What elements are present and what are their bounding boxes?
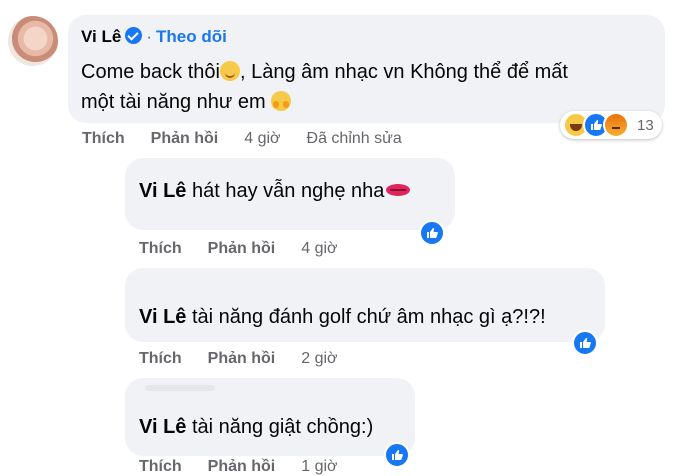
reply-actions: Thích Phản hồi 4 giờ (139, 240, 338, 258)
like-button[interactable]: Thích (139, 350, 182, 367)
comment-text-part: , Làng âm nhạc vn Không thể để mất (239, 61, 568, 83)
smile-emoji-icon (219, 61, 240, 81)
timestamp[interactable]: 1 giờ (301, 458, 337, 475)
reply-bubble: Vi Lê tài năng đánh golf chứ âm nhạc gì … (125, 268, 605, 342)
follow-button[interactable]: Theo dõi (156, 27, 227, 46)
reply-actions: Thích Phản hồi 2 giờ (139, 350, 338, 368)
verified-badge-icon (125, 27, 143, 44)
kiss-emoji-icon (384, 181, 412, 199)
reply-author[interactable]: Vi Lê (139, 180, 186, 202)
reply-button[interactable]: Phản hồi (151, 130, 219, 147)
reply-button[interactable]: Phản hồi (208, 458, 276, 475)
hug-emoji-icon (271, 91, 292, 111)
reply-actions: Thích Phản hồi 1 giờ (139, 458, 338, 476)
like-icon[interactable] (572, 330, 598, 356)
reply-text: hát hay vẫn nghẹ nha (192, 180, 385, 202)
angry-icon (603, 112, 629, 138)
timestamp[interactable]: 4 giờ (244, 130, 280, 147)
like-button[interactable]: Thích (139, 458, 182, 475)
comment-bubble: Vi Lê · Theo dõi Come back thôi , Làng âm n… (68, 15, 665, 123)
reply-text: tài năng đánh golf chứ âm nhạc gì ạ?!?! (192, 306, 546, 328)
comment-text-part: một tài năng như em (81, 91, 266, 113)
reply-bubble: Vi Lê hát hay vẫn nghẹ nha (125, 158, 455, 230)
comment-text-part: Come back thôi (81, 61, 220, 83)
comment-text: Come back thôi , Làng âm nhạc vn Không th… (81, 57, 568, 117)
blurred-name (145, 385, 215, 391)
timestamp[interactable]: 4 giờ (301, 240, 337, 257)
reply-button[interactable]: Phản hồi (208, 350, 276, 367)
avatar[interactable] (8, 16, 58, 66)
reaction-summary[interactable]: 13 (560, 111, 662, 139)
edited-label: Đã chỉnh sửa (306, 130, 402, 147)
timestamp[interactable]: 2 giờ (301, 350, 337, 367)
comment-actions: Thích Phản hồi 4 giờ Đã chỉnh sửa (82, 130, 402, 148)
reaction-count: 13 (637, 116, 654, 134)
reply-author[interactable]: Vi Lê (139, 306, 186, 328)
like-icon[interactable] (384, 442, 410, 468)
reply-author[interactable]: Vi Lê (139, 416, 186, 438)
separator-dot: · (146, 27, 152, 46)
like-button[interactable]: Thích (82, 130, 125, 147)
like-icon[interactable] (419, 220, 445, 246)
like-button[interactable]: Thích (139, 240, 182, 257)
reply-text: tài năng giật chồng:) (192, 416, 374, 438)
reply-button[interactable]: Phản hồi (208, 240, 276, 257)
comment-author[interactable]: Vi Lê (81, 27, 121, 46)
